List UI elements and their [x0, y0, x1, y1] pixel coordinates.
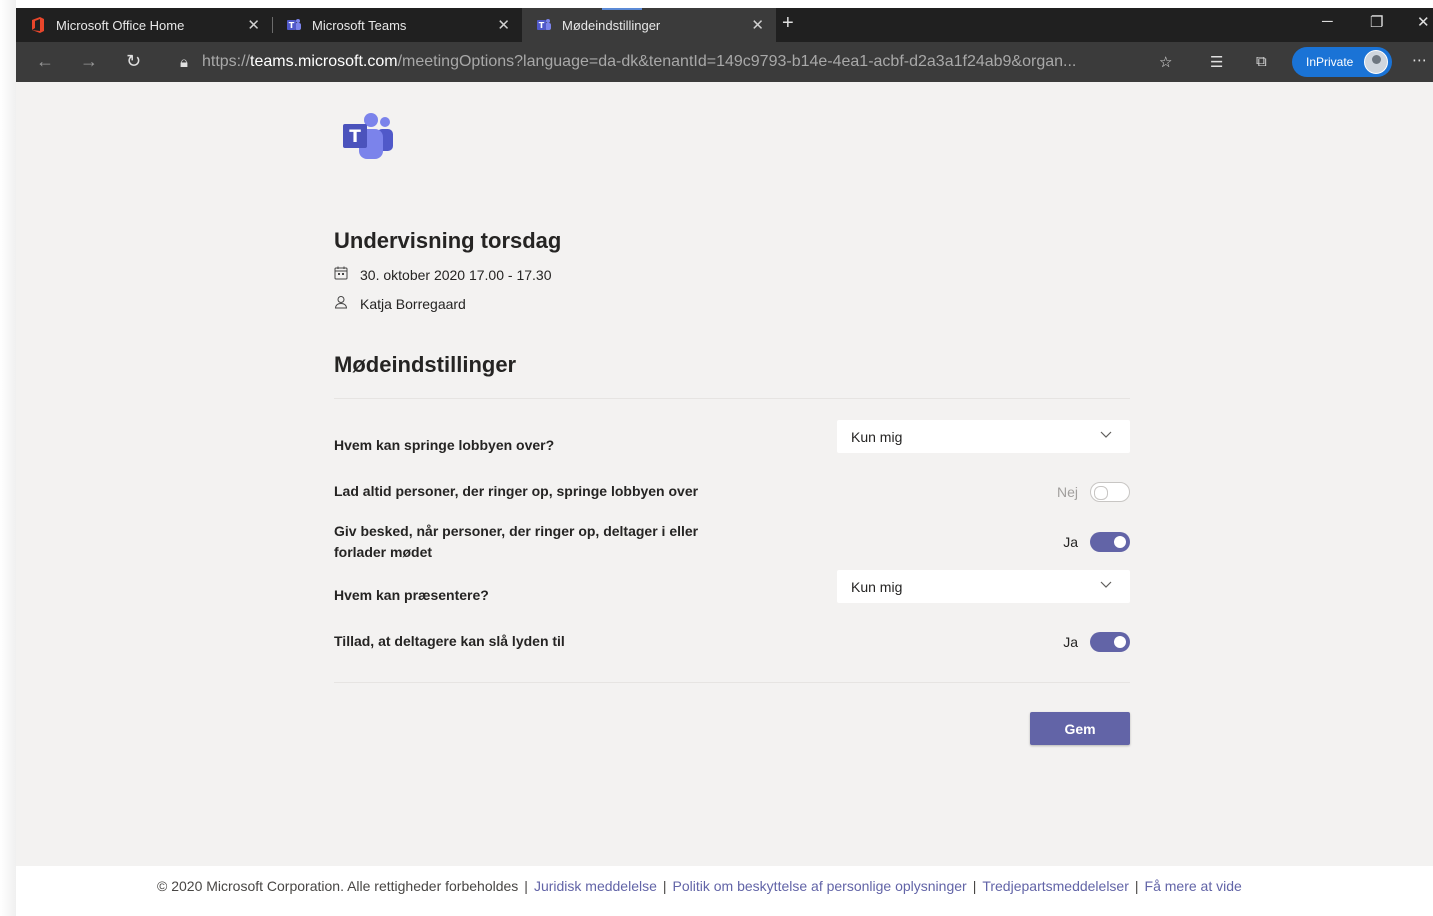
notify-dialin-setting: Ja — [1063, 532, 1130, 552]
close-icon[interactable]: ✕ — [497, 16, 510, 34]
lobby-bypass-label: Hvem kan springe lobbyen over? — [334, 437, 555, 453]
inprivate-button[interactable]: InPrivate — [1292, 47, 1392, 77]
dialin-bypass-toggle[interactable] — [1090, 482, 1130, 502]
dialin-bypass-label: Lad altid personer, der ringer op, sprin… — [334, 483, 699, 499]
learn-more-link[interactable]: Få mere at vide — [1145, 878, 1242, 894]
favorites-list-icon[interactable]: ☰ — [1210, 53, 1223, 71]
tab-meeting-options[interactable]: T Mødeindstillinger ✕ — [522, 8, 776, 42]
toggle-state-text: Nej — [1056, 484, 1078, 500]
notify-dialin-label: Giv besked, når personer, der ringer op,… — [334, 523, 699, 560]
collections-icon[interactable]: ⧉ — [1256, 53, 1267, 70]
divider — [334, 682, 1130, 683]
copyright-text: © 2020 Microsoft Corporation. Alle retti… — [157, 878, 519, 894]
toggle-state-text: Ja — [1063, 534, 1078, 550]
allow-unmute-toggle[interactable] — [1090, 632, 1130, 652]
dialin-bypass-setting: Nej — [1057, 482, 1130, 502]
tab-title: Microsoft Teams — [312, 17, 407, 33]
calendar-icon — [334, 266, 352, 283]
address-bar: ← → ↻ 🔒︎ https://teams.microsoft.com/mee… — [16, 42, 1433, 82]
settings-heading: Mødeindstillinger — [334, 352, 517, 377]
footer: © 2020 Microsoft Corporation. Alle retti… — [16, 866, 1433, 916]
avatar — [1364, 50, 1388, 74]
close-window-icon[interactable]: ✕ — [1417, 13, 1430, 31]
privacy-link[interactable]: Politik om beskyttelse af personlige opl… — [673, 878, 967, 894]
toggle-state-text: Ja — [1063, 634, 1078, 650]
tab-title: Mødeindstillinger — [562, 17, 661, 33]
browser-window: Microsoft Office Home ✕ T Microsoft Team… — [16, 8, 1433, 916]
restore-icon[interactable]: ❐ — [1370, 13, 1383, 31]
close-icon[interactable]: ✕ — [247, 16, 260, 34]
legal-link[interactable]: Juridisk meddelelse — [534, 878, 657, 894]
teams-icon: T — [536, 17, 552, 33]
tab-office-home[interactable]: Microsoft Office Home ✕ — [16, 8, 272, 42]
presenters-select[interactable]: Kun mig — [837, 570, 1130, 603]
tab-title: Microsoft Office Home — [56, 17, 185, 33]
meeting-title: Undervisning torsdag — [334, 228, 562, 253]
presenters-label: Hvem kan præsentere? — [334, 587, 489, 603]
back-icon[interactable]: ← — [36, 51, 54, 72]
svg-text:T: T — [539, 21, 545, 30]
close-icon[interactable]: ✕ — [751, 16, 764, 34]
meeting-organizer: Katja Borregaard — [334, 295, 466, 312]
minimize-icon[interactable]: ─ — [1322, 13, 1333, 30]
divider — [334, 398, 1130, 399]
lobby-bypass-select[interactable]: Kun mig — [837, 420, 1130, 453]
refresh-icon[interactable]: ↻ — [126, 51, 141, 72]
third-party-link[interactable]: Tredjepartsmeddelelser — [982, 878, 1129, 894]
forward-icon[interactable]: → — [80, 51, 98, 72]
chevron-down-icon — [1100, 581, 1112, 588]
page-edge — [0, 0, 16, 916]
url-field[interactable]: 🔒︎ https://teams.microsoft.com/meetingOp… — [180, 46, 1186, 78]
svg-text:T: T — [349, 127, 361, 147]
teams-logo-icon: T — [341, 112, 395, 162]
allow-unmute-label: Tillad, at deltagere kan slå lyden til — [334, 633, 565, 649]
more-icon[interactable]: ⋯ — [1412, 51, 1427, 69]
favorite-star-icon[interactable]: ☆ — [1159, 53, 1172, 71]
office-icon — [30, 17, 46, 33]
save-button[interactable]: Gem — [1030, 712, 1130, 745]
notify-dialin-toggle[interactable] — [1090, 532, 1130, 552]
svg-text:T: T — [289, 21, 295, 30]
lock-icon: 🔒︎ — [180, 53, 188, 71]
meeting-options-page: T Undervisning torsdag 30. oktober 2020 … — [16, 82, 1433, 916]
new-tab-icon[interactable]: + — [782, 12, 794, 35]
teams-icon: T — [286, 17, 302, 33]
footer-links: © 2020 Microsoft Corporation. Alle retti… — [157, 878, 1242, 894]
tab-bar: Microsoft Office Home ✕ T Microsoft Team… — [16, 8, 1433, 42]
person-icon — [334, 295, 352, 312]
meeting-datetime: 30. oktober 2020 17.00 - 17.30 — [334, 266, 551, 283]
chevron-down-icon — [1100, 431, 1112, 438]
allow-unmute-setting: Ja — [1063, 632, 1130, 652]
tab-microsoft-teams[interactable]: T Microsoft Teams ✕ — [272, 8, 522, 42]
